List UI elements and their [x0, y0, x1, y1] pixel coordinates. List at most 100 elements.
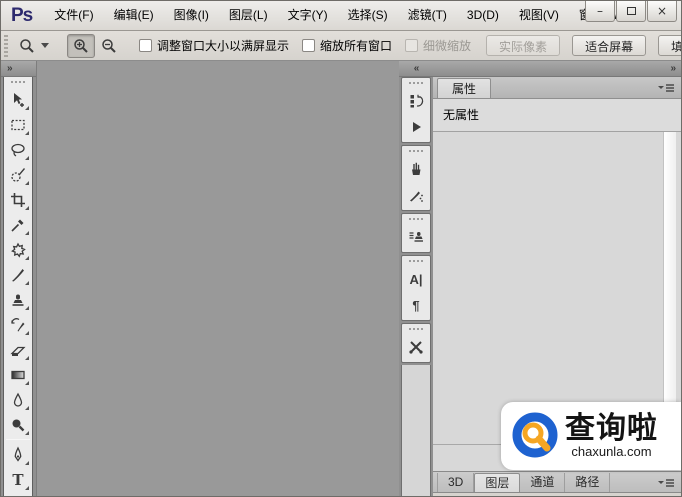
watermark: 查询啦 chaxunla.com	[501, 402, 681, 470]
history-brush-tool[interactable]	[5, 312, 31, 337]
window-bottom-edge	[433, 492, 681, 497]
menu-type[interactable]: 文字(Y)	[278, 1, 338, 30]
tools-panel-grip[interactable]	[11, 81, 25, 84]
zoom-out-button[interactable]	[95, 34, 123, 58]
tool-separator	[6, 439, 30, 440]
collapse-left-icon: «	[414, 63, 419, 74]
dropdown-caret-icon	[41, 43, 49, 48]
menu-layer[interactable]: 图层(L)	[219, 1, 278, 30]
chaxunla-logo-icon	[509, 409, 563, 463]
canvas-area[interactable]	[36, 61, 399, 497]
menu-bar: 文件(F) 编辑(E) 图像(I) 图层(L) 文字(Y) 选择(S) 滤镜(T…	[44, 1, 632, 30]
type-tool[interactable]: T	[5, 467, 31, 492]
actions-play-icon	[407, 118, 425, 136]
layers-panel-menu-button[interactable]	[657, 477, 675, 489]
tab-3d[interactable]: 3D	[437, 473, 474, 492]
rectangular-marquee-tool[interactable]	[5, 112, 31, 137]
collapsed-panels-dock: «	[399, 61, 433, 497]
pen-tool[interactable]	[5, 442, 31, 467]
empty-panel-column	[401, 365, 431, 497]
brush-panel-icon	[407, 160, 425, 178]
collapse-right-icon: »	[670, 63, 675, 74]
maximize-button[interactable]	[616, 1, 646, 22]
spot-healing-brush-tool[interactable]	[5, 237, 31, 262]
bottom-tab-bar: 3D 图层 通道 路径	[433, 471, 681, 492]
panel-group-grip[interactable]	[409, 218, 423, 221]
resize-windows-to-fit-checkbox[interactable]: 调整窗口大小以满屏显示	[139, 37, 289, 54]
right-dock-collapse-button[interactable]: »	[433, 61, 681, 77]
menu-image[interactable]: 图像(I)	[164, 1, 219, 30]
properties-content	[433, 132, 681, 445]
minimize-button[interactable]: –	[585, 1, 615, 22]
properties-scrollbar[interactable]	[663, 132, 676, 444]
panel-group-grip[interactable]	[409, 260, 423, 263]
character-panel-icon: A|	[409, 272, 422, 287]
properties-empty-text: 无属性	[433, 99, 681, 132]
close-button[interactable]: ×	[647, 1, 677, 22]
zoom-tool-preset-button[interactable]	[12, 34, 55, 58]
eyedropper-tool[interactable]	[5, 212, 31, 237]
panel-menu-icon	[657, 477, 675, 489]
clone-source-panel-button[interactable]	[403, 224, 429, 250]
minimize-icon: –	[597, 4, 603, 18]
dodge-tool[interactable]	[5, 412, 31, 437]
checkbox-label: 细微缩放	[423, 37, 471, 54]
tab-channels[interactable]: 通道	[520, 473, 565, 492]
paragraph-panel-icon: ¶	[412, 298, 419, 313]
brush-panel-button[interactable]	[403, 156, 429, 182]
type-tool-icon: T	[12, 471, 23, 489]
eraser-tool[interactable]	[5, 337, 31, 362]
watermark-text: 查询啦 chaxunla.com	[565, 413, 658, 459]
fill-screen-button[interactable]: 填充屏幕	[658, 35, 681, 56]
tools-panel: T	[3, 77, 33, 497]
clone-stamp-tool[interactable]	[5, 287, 31, 312]
zoom-out-icon	[100, 37, 118, 55]
brush-presets-icon	[407, 186, 425, 204]
menu-edit[interactable]: 编辑(E)	[104, 1, 164, 30]
paragraph-panel-button[interactable]: ¶	[403, 292, 429, 318]
menu-view[interactable]: 视图(V)	[509, 1, 569, 30]
brush-presets-panel-button[interactable]	[403, 182, 429, 208]
maximize-icon	[627, 7, 636, 15]
photoshop-window: Ps 文件(F) 编辑(E) 图像(I) 图层(L) 文字(Y) 选择(S) 滤…	[0, 0, 682, 497]
tool-presets-panel-button[interactable]	[403, 334, 429, 360]
panel-group-grip[interactable]	[409, 82, 423, 85]
checkbox-box	[139, 39, 152, 52]
menu-3d[interactable]: 3D(D)	[457, 1, 509, 30]
tools-dock-collapse-button[interactable]: »	[1, 61, 36, 77]
history-icon	[407, 92, 425, 110]
clone-source-icon	[407, 228, 425, 246]
options-bar: 调整窗口大小以满屏显示 缩放所有窗口 细微缩放 实际像素 适合屏幕 填充屏幕	[1, 31, 681, 61]
menu-filter[interactable]: 滤镜(T)	[398, 1, 457, 30]
actions-panel-button[interactable]	[403, 114, 429, 140]
lasso-tool[interactable]	[5, 137, 31, 162]
scrubby-zoom-checkbox: 细微缩放	[405, 37, 471, 54]
panel-group-tool-presets	[401, 323, 431, 363]
crop-tool[interactable]	[5, 187, 31, 212]
gradient-tool[interactable]	[5, 362, 31, 387]
menu-file[interactable]: 文件(F)	[44, 1, 103, 30]
panel-group-grip[interactable]	[409, 150, 423, 153]
zoom-all-windows-checkbox[interactable]: 缩放所有窗口	[302, 37, 392, 54]
tab-paths[interactable]: 路径	[565, 473, 610, 492]
zoom-in-button[interactable]	[67, 34, 95, 58]
panel-group-grip[interactable]	[409, 328, 423, 331]
panel-group-type: A| ¶	[401, 255, 431, 321]
move-tool[interactable]	[5, 87, 31, 112]
brush-tool[interactable]	[5, 262, 31, 287]
properties-panel-menu-button[interactable]	[657, 82, 675, 94]
tab-layers[interactable]: 图层	[474, 473, 520, 492]
character-panel-button[interactable]: A|	[403, 266, 429, 292]
tab-properties[interactable]: 属性	[437, 78, 491, 98]
quick-selection-tool[interactable]	[5, 162, 31, 187]
fit-screen-button[interactable]: 适合屏幕	[572, 35, 646, 56]
history-panel-button[interactable]	[403, 88, 429, 114]
menu-select[interactable]: 选择(S)	[338, 1, 398, 30]
blur-tool[interactable]	[5, 387, 31, 412]
photoshop-logo: Ps	[1, 5, 44, 27]
properties-tab-row: 属性	[433, 77, 681, 99]
checkbox-box	[405, 39, 418, 52]
watermark-url: chaxunla.com	[571, 445, 651, 459]
panels-dock-collapse-button[interactable]: «	[399, 61, 433, 77]
options-bar-grip[interactable]	[4, 35, 8, 57]
